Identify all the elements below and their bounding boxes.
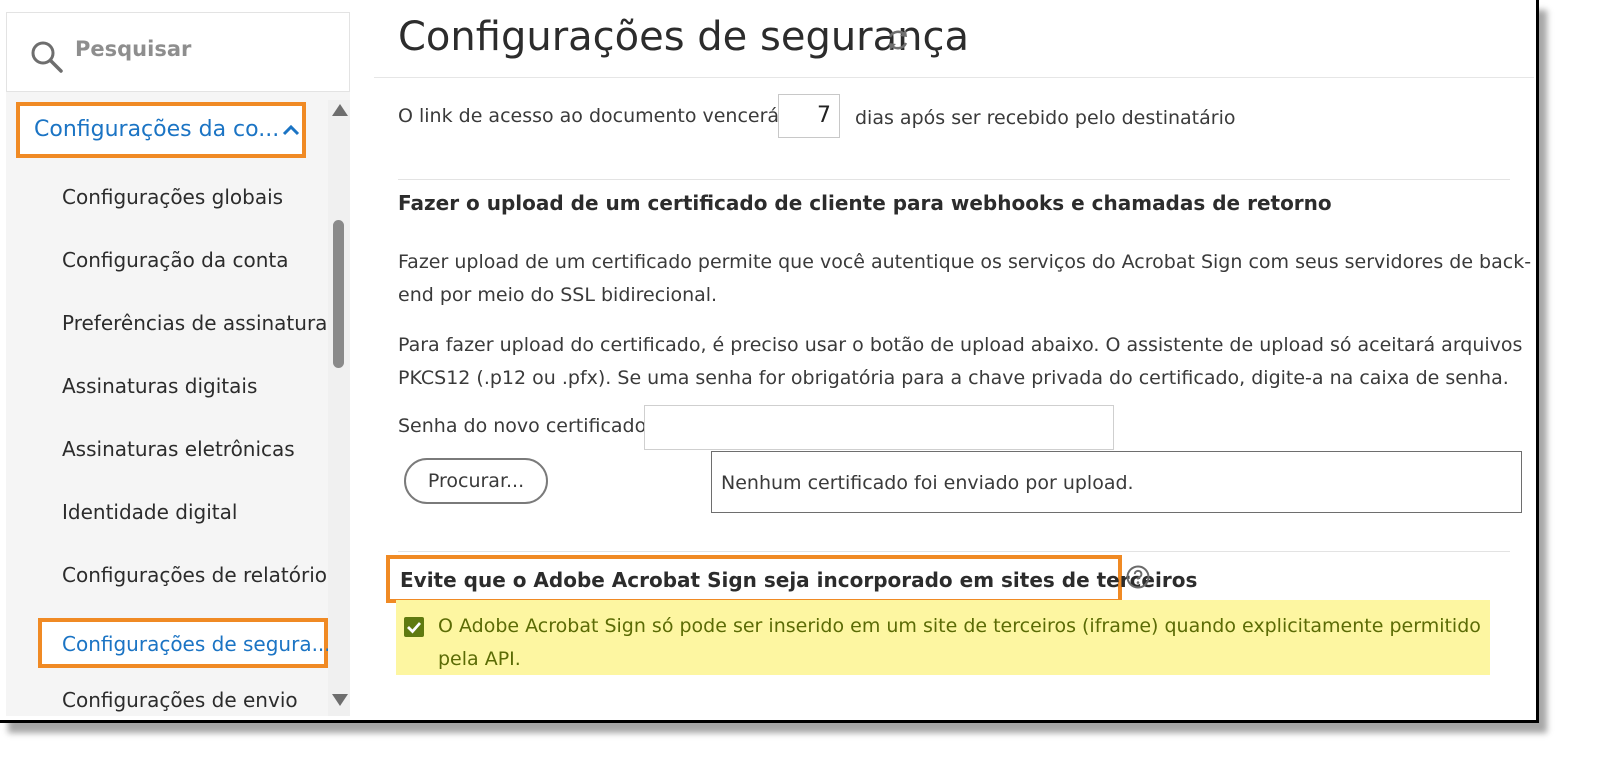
certificate-section-heading: Fazer o upload de um certificado de clie…	[398, 191, 1332, 215]
sidebar-group-label: Configurações da co...	[34, 117, 280, 142]
sidebar-item-global-settings[interactable]: Configurações globais	[62, 185, 283, 209]
access-link-suffix: dias após ser recebido pelo destinatário	[855, 107, 1236, 129]
sidebar-item-send-settings[interactable]: Configurações de envio	[62, 688, 298, 712]
section-divider	[398, 551, 1510, 552]
browse-button[interactable]: Procurar...	[404, 458, 548, 504]
sidebar-item-account-setup[interactable]: Configuração da conta	[62, 248, 288, 272]
sidebar-item-digital-signatures[interactable]: Assinaturas digitais	[62, 374, 257, 398]
expiry-days-input[interactable]: 7	[778, 94, 840, 138]
embedding-checkbox[interactable]	[404, 617, 424, 637]
sidebar-item-security-settings[interactable]: Configurações de segura...	[38, 618, 331, 668]
chevron-up-icon	[282, 124, 300, 136]
sidebar-item-label: Configurações de segura...	[62, 632, 331, 656]
embedding-heading-text: Evite que o Adobe Acrobat Sign seja inco…	[400, 568, 1198, 592]
scroll-up-arrow-icon[interactable]	[332, 104, 348, 116]
section-divider	[398, 179, 1510, 180]
title-divider	[374, 77, 1534, 78]
refresh-icon[interactable]	[884, 26, 912, 54]
sidebar-item-signature-preferences[interactable]: Preferências de assinatura	[62, 311, 327, 335]
sidebar-group-account-settings[interactable]: Configurações da co...	[16, 102, 306, 158]
certificate-password-input[interactable]	[644, 405, 1114, 450]
sidebar: Pesquisar Configurações da co... Configu…	[6, 12, 350, 716]
embedding-checkbox-label[interactable]: O Adobe Acrobat Sign só pode ser inserid…	[438, 610, 1498, 676]
search-input[interactable]: Pesquisar	[6, 12, 350, 92]
embedding-section-heading: Evite que o Adobe Acrobat Sign seja inco…	[386, 555, 1197, 603]
main-panel: Configurações de segurança O link de ace…	[374, 0, 1534, 720]
sidebar-item-report-settings[interactable]: Configurações de relatório	[62, 563, 327, 587]
help-icon[interactable]	[1126, 565, 1150, 589]
certificate-status-box: Nenhum certificado foi enviado por uploa…	[711, 451, 1522, 513]
sidebar-item-digital-identity[interactable]: Identidade digital	[62, 500, 237, 524]
checkmark-icon	[407, 622, 422, 634]
sidebar-scrollbar[interactable]	[328, 100, 350, 716]
app-window: Pesquisar Configurações da co... Configu…	[0, 0, 1539, 723]
access-link-prefix: O link de acesso ao documento vencerá	[398, 105, 780, 127]
search-placeholder: Pesquisar	[75, 37, 192, 61]
password-label: Senha do novo certificado:	[398, 415, 653, 437]
certificate-description: Fazer upload de um certificado permite q…	[398, 251, 1532, 306]
search-icon	[31, 41, 63, 73]
scroll-down-arrow-icon[interactable]	[332, 694, 348, 706]
certificate-status-text: Nenhum certificado foi enviado por uploa…	[721, 472, 1134, 494]
sidebar-item-electronic-signatures[interactable]: Assinaturas eletrônicas	[62, 437, 295, 461]
scrollbar-thumb[interactable]	[333, 220, 344, 368]
certificate-instructions: Para fazer upload do certificado, é prec…	[398, 334, 1523, 389]
